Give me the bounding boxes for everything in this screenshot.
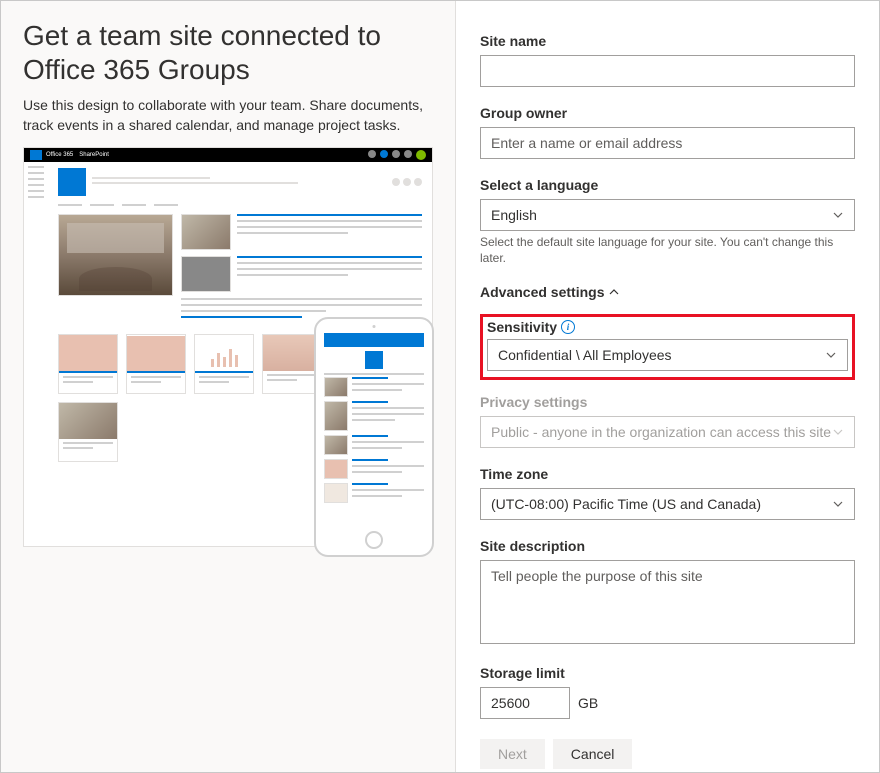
privacy-value: Public - anyone in the organization can … [491, 424, 831, 440]
description-label: Site description [480, 538, 855, 554]
left-info-panel: Get a team site connected to Office 365 … [1, 1, 456, 772]
phone-preview [314, 317, 434, 557]
cancel-button[interactable]: Cancel [553, 739, 633, 769]
create-site-dialog: Get a team site connected to Office 365 … [0, 0, 880, 773]
advanced-settings-toggle[interactable]: Advanced settings [480, 284, 855, 300]
timezone-value: (UTC-08:00) Pacific Time (US and Canada) [491, 496, 761, 512]
page-title: Get a team site connected to Office 365 … [23, 19, 433, 86]
storage-label: Storage limit [480, 665, 855, 681]
site-name-input[interactable] [480, 55, 855, 87]
language-value: English [491, 207, 537, 223]
info-icon[interactable]: i [561, 320, 575, 334]
chevron-up-icon [608, 286, 620, 298]
privacy-select: Public - anyone in the organization can … [480, 416, 855, 448]
language-helper: Select the default site language for you… [480, 235, 855, 266]
site-name-label: Site name [480, 33, 855, 49]
group-owner-label: Group owner [480, 105, 855, 121]
sensitivity-label: Sensitivity [487, 319, 557, 335]
privacy-label: Privacy settings [480, 394, 855, 410]
site-preview-image: Office 365 SharePoint [23, 147, 433, 547]
chevron-down-icon [832, 426, 844, 438]
next-button[interactable]: Next [480, 739, 545, 769]
description-textarea[interactable] [480, 560, 855, 644]
storage-input[interactable] [480, 687, 570, 719]
page-description: Use this design to collaborate with your… [23, 96, 433, 135]
language-label: Select a language [480, 177, 855, 193]
timezone-select[interactable]: (UTC-08:00) Pacific Time (US and Canada) [480, 488, 855, 520]
timezone-label: Time zone [480, 466, 855, 482]
chevron-down-icon [832, 209, 844, 221]
chevron-down-icon [832, 498, 844, 510]
sensitivity-highlight-box: Sensitivity i Confidential \ All Employe… [480, 314, 855, 380]
storage-unit: GB [578, 695, 598, 711]
group-owner-input[interactable] [480, 127, 855, 159]
sensitivity-value: Confidential \ All Employees [498, 347, 672, 363]
sensitivity-select[interactable]: Confidential \ All Employees [487, 339, 848, 371]
chevron-down-icon [825, 349, 837, 361]
form-panel: Site name Group owner Select a language … [456, 1, 879, 772]
language-select[interactable]: English [480, 199, 855, 231]
